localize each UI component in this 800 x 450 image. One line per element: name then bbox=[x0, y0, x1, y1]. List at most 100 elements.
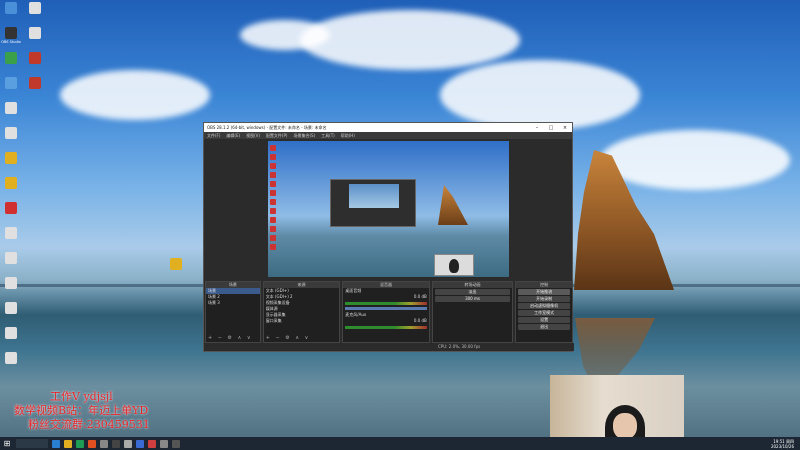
app-icon bbox=[5, 2, 17, 14]
taskbar-app-icon[interactable] bbox=[112, 439, 120, 448]
obs-titlebar[interactable]: OBS 28.1.2 (64-bit, windows) - 配置文件: 未命名… bbox=[204, 123, 572, 132]
exit-button[interactable]: 退出 bbox=[518, 324, 570, 330]
obs-statusbar: CPU: 2.0%, 30.00 fps bbox=[204, 343, 574, 351]
desktop-icon-center[interactable] bbox=[164, 258, 188, 271]
app-icon bbox=[5, 127, 17, 139]
taskbar-app-icon[interactable] bbox=[124, 439, 132, 448]
desktop-icon[interactable] bbox=[0, 77, 23, 90]
obs-preview[interactable] bbox=[268, 141, 509, 277]
desktop-icon[interactable] bbox=[0, 202, 23, 215]
tray-date: 2023/10/26 bbox=[770, 443, 794, 449]
close-icon[interactable]: × bbox=[558, 125, 572, 131]
scene-item[interactable]: 场景 3 bbox=[206, 300, 260, 306]
taskbar-app-icon[interactable] bbox=[136, 439, 144, 448]
taskbar-app-icon[interactable] bbox=[64, 439, 72, 448]
app-icon bbox=[5, 202, 17, 214]
system-tray-clock[interactable]: 19:51 周四 2023/10/26 bbox=[771, 439, 800, 449]
cloud bbox=[240, 20, 330, 50]
source-item[interactable]: 窗口采集 bbox=[264, 318, 340, 324]
desktop-icon[interactable] bbox=[0, 327, 23, 340]
desktop-icon[interactable] bbox=[23, 77, 47, 90]
desktop-icon[interactable] bbox=[0, 52, 23, 65]
cloud bbox=[60, 70, 210, 120]
menu-edit[interactable]: 编辑(E) bbox=[226, 133, 240, 139]
transition-duration-field[interactable]: 300 ms bbox=[434, 296, 511, 302]
menu-profile[interactable]: 配置文件(P) bbox=[266, 133, 288, 139]
desktop-icon[interactable] bbox=[0, 352, 23, 365]
taskbar-apps bbox=[48, 439, 180, 448]
taskbar-app-icon[interactable] bbox=[52, 439, 60, 448]
app-icon bbox=[5, 277, 17, 289]
app-icon bbox=[5, 102, 17, 114]
sources-toolbar[interactable]: + − ⚙ ∧ ∨ bbox=[266, 335, 311, 341]
desktop-icon[interactable] bbox=[0, 227, 23, 240]
minimize-icon[interactable]: – bbox=[530, 125, 544, 131]
desktop-icon[interactable] bbox=[0, 152, 23, 165]
taskbar-app-icon[interactable] bbox=[88, 439, 96, 448]
folder-icon bbox=[170, 258, 182, 270]
taskbar-app-icon[interactable] bbox=[148, 439, 156, 448]
obs-title: OBS 28.1.2 (64-bit, windows) - 配置文件: 未命名… bbox=[207, 124, 327, 130]
menu-view[interactable]: 视图(V) bbox=[246, 133, 260, 139]
mixer-dock: 混音器 桌面音频 0.0 dB 麦克风/Aux 0.0 dB bbox=[342, 281, 430, 343]
menu-scene-collection[interactable]: 场景集合(S) bbox=[293, 133, 315, 139]
sources-dock: 来源 文本 (GDI+) 文本 (GDI+) 2 视频采集设备 媒体源 显示器采… bbox=[262, 281, 341, 343]
desktop-icon[interactable] bbox=[0, 2, 23, 15]
app-icon bbox=[29, 27, 41, 39]
virtual-camera-button[interactable]: 启动虚拟摄像机 bbox=[518, 303, 570, 309]
menu-help[interactable]: 帮助(H) bbox=[341, 133, 355, 139]
promo-overlay-text: 工作V ydjsjl 数学视频B站：年迈上单YD 粉丝交流群:230459531 bbox=[14, 390, 150, 432]
desktop-icon-label: OBS Studio bbox=[1, 40, 21, 44]
settings-button[interactable]: 设置 bbox=[518, 317, 570, 323]
scenes-dock: 场景 场景 场景 2 场景 3 + − ⚙ ∧ ∨ bbox=[205, 281, 261, 343]
desktop-icon[interactable] bbox=[23, 2, 47, 15]
start-streaming-button[interactable]: 开始推流 bbox=[518, 289, 570, 295]
mixer-channel-db: 0.0 dB bbox=[413, 318, 427, 323]
desktop-icon[interactable] bbox=[0, 252, 23, 265]
studio-mode-button[interactable]: 工作室模式 bbox=[518, 310, 570, 316]
desktop-icon[interactable] bbox=[0, 127, 23, 140]
preview-cliff bbox=[438, 185, 468, 225]
mixer-channel-db: 0.0 dB bbox=[413, 294, 427, 299]
promo-line-3: 粉丝交流群:230459531 bbox=[28, 418, 150, 431]
desktop-icon[interactable] bbox=[0, 177, 23, 190]
volume-meter bbox=[345, 326, 427, 329]
desktop-icon[interactable] bbox=[23, 27, 47, 40]
controls-header: 控制 bbox=[516, 282, 572, 288]
taskbar-app-icon[interactable] bbox=[100, 439, 108, 448]
obs-window[interactable]: OBS 28.1.2 (64-bit, windows) - 配置文件: 未命名… bbox=[203, 122, 574, 352]
taskbar: ⊞ 19:51 周四 2023/10/26 bbox=[0, 437, 800, 450]
controls-dock: 控制 开始推流 开始录制 启动虚拟摄像机 工作室模式 设置 退出 bbox=[515, 281, 573, 343]
promo-line-1: 工作V ydjsjl bbox=[50, 390, 113, 403]
windows-start-icon[interactable]: ⊞ bbox=[0, 437, 14, 450]
taskbar-app-icon[interactable] bbox=[172, 439, 180, 448]
obs-menubar: 文件(F) 编辑(E) 视图(V) 配置文件(P) 场景集合(S) 工具(T) … bbox=[204, 132, 572, 139]
volume-meter bbox=[345, 302, 427, 305]
desktop-icon[interactable] bbox=[0, 277, 23, 290]
scenes-toolbar[interactable]: + − ⚙ ∧ ∨ bbox=[208, 335, 253, 341]
app-icon bbox=[29, 77, 41, 89]
app-icon bbox=[29, 2, 41, 14]
desktop-icon[interactable] bbox=[0, 102, 23, 115]
menu-tools[interactable]: 工具(T) bbox=[321, 133, 335, 139]
preview-nested-obs bbox=[330, 179, 416, 227]
taskbar-app-icon[interactable] bbox=[160, 439, 168, 448]
app-icon bbox=[5, 177, 17, 189]
app-icon bbox=[5, 52, 17, 64]
start-recording-button[interactable]: 开始录制 bbox=[518, 296, 570, 302]
desktop-icon[interactable] bbox=[23, 52, 47, 65]
app-icon bbox=[5, 302, 17, 314]
promo-line-2: 数学视频B站：年迈上单YD bbox=[14, 404, 149, 417]
transitions-header: 转场动画 bbox=[432, 282, 513, 288]
desktop-icon[interactable]: OBS Studio bbox=[0, 27, 23, 44]
taskbar-app-icon[interactable] bbox=[76, 439, 84, 448]
taskbar-search-box[interactable] bbox=[16, 439, 48, 448]
menu-file[interactable]: 文件(F) bbox=[207, 133, 220, 139]
obs-docks: 场景 场景 场景 2 场景 3 + − ⚙ ∧ ∨ 来源 文本 (GDI+) 文… bbox=[204, 281, 574, 343]
maximize-icon[interactable]: □ bbox=[544, 125, 558, 131]
transition-type-select[interactable]: 淡出 bbox=[434, 289, 511, 295]
desktop-icon[interactable] bbox=[0, 302, 23, 315]
app-icon bbox=[29, 52, 41, 64]
person-face bbox=[613, 413, 637, 439]
volume-slider[interactable] bbox=[345, 307, 427, 310]
